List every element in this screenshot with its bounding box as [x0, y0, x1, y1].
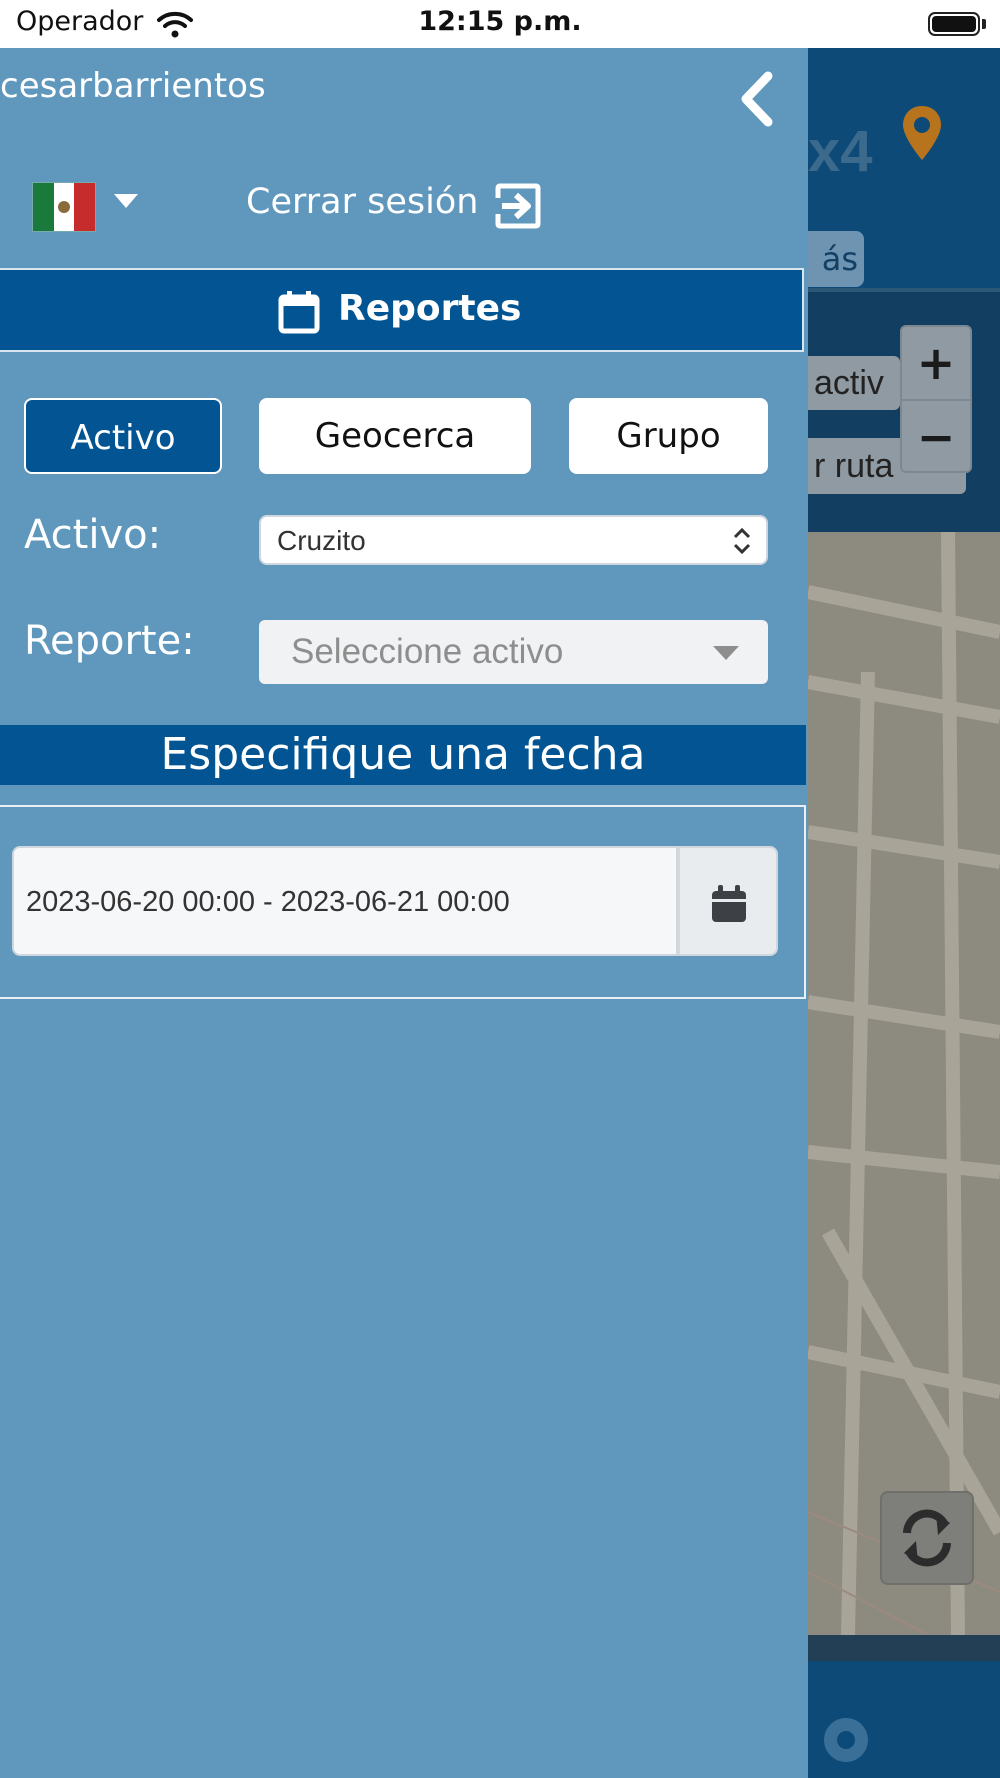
report-label: Reporte:	[24, 618, 195, 664]
reports-header: Reportes	[0, 268, 804, 352]
map-view[interactable]	[808, 532, 1000, 1635]
location-pin-icon	[903, 106, 941, 160]
date-picker-button[interactable]	[678, 846, 778, 956]
clock: 12:15 p.m.	[418, 6, 582, 37]
report-select[interactable]: Seleccione activo	[259, 620, 768, 684]
logout-link[interactable]: Cerrar sesión	[246, 182, 478, 222]
zoom-in-button[interactable]: +	[902, 327, 970, 401]
refresh-icon	[903, 1509, 951, 1567]
language-dropdown-caret[interactable]	[114, 194, 138, 208]
calendar-icon	[712, 885, 746, 922]
gear-icon[interactable]	[808, 1688, 878, 1778]
asset-select-value: Cruzito	[277, 525, 366, 556]
zoom-out-button[interactable]: −	[902, 401, 970, 473]
sidebar-drawer: cesarbarrientos Cerrar sesión Reportes A…	[0, 48, 808, 1778]
date-heading: Especifique una fecha	[0, 725, 806, 785]
refresh-button[interactable]	[880, 1491, 974, 1585]
battery-icon	[928, 12, 980, 36]
asset-select[interactable]: Cruzito	[259, 515, 768, 565]
date-range-value: 2023-06-20 00:00 - 2023-06-21 00:00	[26, 886, 510, 918]
tab-geocerca[interactable]: Geocerca	[259, 398, 531, 474]
updown-chevron-icon	[733, 527, 751, 555]
background-app: x4 ás activ r ruta + −	[808, 48, 1000, 1778]
more-button[interactable]: ás	[808, 231, 864, 287]
date-range-input[interactable]: 2023-06-20 00:00 - 2023-06-21 00:00	[12, 846, 678, 956]
battery-tip	[982, 19, 986, 29]
map-streets	[808, 532, 1000, 1635]
logout-icon[interactable]	[494, 182, 542, 230]
date-panel: 2023-06-20 00:00 - 2023-06-21 00:00	[0, 805, 806, 999]
chevron-left-icon[interactable]	[734, 70, 780, 128]
app-logo: x4	[808, 119, 873, 184]
zoom-control: + −	[900, 325, 972, 473]
tab-activo[interactable]: Activo	[24, 398, 222, 474]
reports-title: Reportes	[338, 288, 522, 329]
bottom-bar-gap	[808, 1635, 1000, 1661]
asset-label: Activo:	[24, 512, 162, 558]
asset-pill[interactable]: activ	[808, 356, 900, 410]
calendar-icon	[278, 291, 320, 334]
chevron-down-icon	[713, 646, 739, 660]
status-bar: Operador 12:15 p.m.	[0, 0, 1000, 48]
tab-grupo[interactable]: Grupo	[569, 398, 768, 474]
username: cesarbarrientos	[0, 66, 266, 106]
report-select-placeholder: Seleccione activo	[291, 632, 564, 671]
mexico-flag-icon[interactable]	[32, 182, 96, 232]
